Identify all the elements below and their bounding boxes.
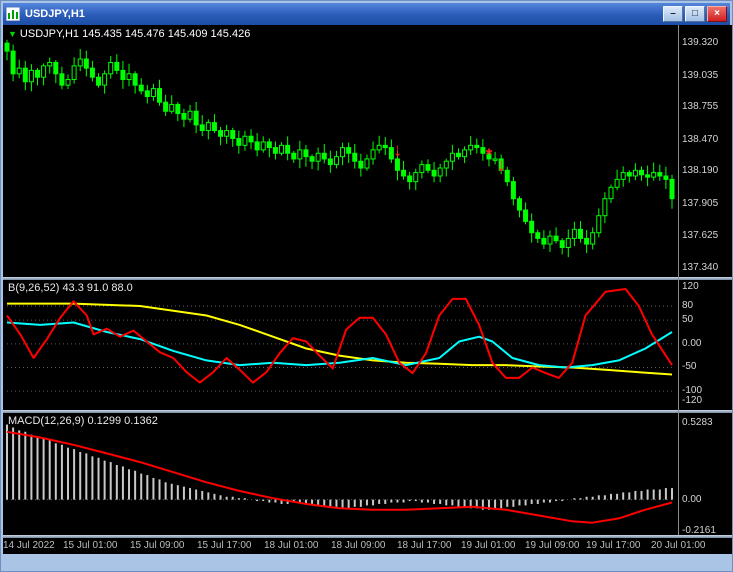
oscillator-axis-label: 0.00 [682, 337, 702, 349]
macd-histogram [6, 424, 673, 510]
title-bar[interactable]: USDJPY,H1 – □ × [3, 3, 730, 25]
price-axis-label: 137.905 [682, 197, 719, 209]
time-axis-label: 20 Jul 01:00 [651, 540, 706, 551]
signal-markers: ↓ *↓ [393, 140, 506, 176]
time-axis-label: 15 Jul 17:00 [197, 540, 252, 551]
oscillator-axis-label: 80 [682, 300, 694, 311]
panel-separator-2[interactable] [3, 410, 732, 413]
ohlc-symbol: USDJPY,H1 [19, 28, 80, 40]
oscillator-axis-label: 120 [682, 281, 699, 293]
candles-layer [4, 39, 675, 258]
time-axis-label: 18 Jul 01:00 [264, 540, 319, 551]
price-axis-label: 137.340 [682, 261, 719, 273]
price-axis-label: 139.320 [682, 37, 719, 49]
minimize-button[interactable]: – [663, 6, 683, 22]
price-axis-label: 138.470 [682, 133, 719, 145]
macd-signal-line [6, 430, 673, 524]
panel-separator-1[interactable] [3, 277, 732, 280]
chart-client-area: ↓ * ↓ 14 Jul 2022 15 Jul 01:00 15 Jul 09:00 1… [3, 25, 732, 554]
time-axis-label: 19 Jul 17:00 [586, 540, 641, 551]
time-axis-label: 15 Jul 01:00 [63, 540, 118, 551]
oscillator-line-main-red [6, 288, 673, 384]
price-axis-label: 137.625 [682, 229, 719, 241]
time-axis-label: 15 Jul 09:00 [130, 540, 185, 551]
oscillator-label: B(9,26,52) 43.3 91.0 88.0 [8, 282, 133, 294]
oscillator-values: 43.3 91.0 88.0 [62, 282, 133, 294]
time-axis-label: 18 Jul 09:00 [331, 540, 386, 551]
ohlc-values: 145.435 145.476 145.409 145.426 [82, 28, 251, 40]
macd-axis-label: 0.5283 [682, 417, 713, 429]
window-title: USDJPY,H1 [25, 8, 85, 20]
ohlc-readout: ▼ USDJPY,H1 145.435 145.476 145.409 145.4… [8, 28, 250, 40]
oscillator-name: B(9,26,52) [8, 282, 60, 294]
restore-button[interactable]: □ [685, 6, 705, 22]
time-axis-label: 19 Jul 01:00 [461, 540, 516, 551]
main-price-panel[interactable]: ↓ *↓ [3, 25, 678, 277]
sell-arrow-2: ↓ [496, 155, 506, 176]
sell-arrow-1: ↓ [393, 140, 403, 161]
star-marker: * [486, 145, 493, 164]
price-axis-label: 138.190 [682, 165, 719, 177]
macd-axis-label: -0.2161 [682, 524, 716, 536]
price-axis-label: 139.035 [682, 69, 719, 81]
trend-down-icon: ▼ [8, 29, 17, 39]
time-axis-label: 14 Jul 2022 [3, 540, 55, 551]
time-axis-label: 19 Jul 09:00 [525, 540, 580, 551]
time-axis[interactable]: 14 Jul 2022 15 Jul 01:00 15 Jul 09:00 15 Ju… [3, 538, 732, 554]
window-controls: – □ × [663, 6, 727, 22]
macd-label: MACD(12,26,9) 0.1299 0.1362 [8, 415, 158, 427]
macd-values: 0.1299 0.1362 [87, 415, 158, 427]
oscillator-panel[interactable] [3, 280, 678, 410]
macd-axis-label: 0.00 [682, 493, 702, 505]
oscillator-axis-label: -120 [682, 394, 703, 406]
close-button[interactable]: × [707, 6, 727, 22]
price-axis-label: 138.755 [682, 101, 719, 113]
time-axis-label: 18 Jul 17:00 [397, 540, 452, 551]
chart-window: USDJPY,H1 – □ × ↓ * ↓ 14 Jul 2022 15 Jul 01… [0, 0, 733, 572]
oscillator-axis-label: 50 [682, 314, 694, 326]
macd-name: MACD(12,26,9) [8, 415, 85, 427]
chart-window-icon [6, 7, 20, 21]
oscillator-axis-label: -50 [682, 361, 697, 373]
macd-panel[interactable] [3, 413, 678, 535]
